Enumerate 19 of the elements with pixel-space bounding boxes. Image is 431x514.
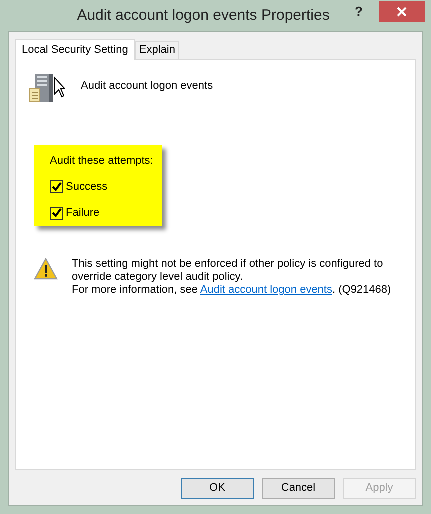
close-icon bbox=[397, 6, 407, 16]
warning-text: This setting might not be enforced if other policy is configured to override category level audit policy. bbox=[72, 258, 384, 284]
checkbox[interactable] bbox=[50, 206, 63, 220]
tab[interactable]: Local Security Setting bbox=[15, 39, 136, 60]
more-info-text: For more information, see Audit account logon events. (Q921468) bbox=[72, 284, 392, 297]
dialog-button[interactable]: OK bbox=[181, 478, 254, 499]
group-label: Audit these attempts: bbox=[50, 154, 154, 169]
close-button[interactable] bbox=[379, 1, 425, 22]
tab[interactable]: Explain bbox=[135, 41, 180, 59]
dialog-button[interactable]: Cancel bbox=[262, 478, 335, 499]
window-title: Audit account logon events Properties bbox=[77, 6, 330, 26]
warning-icon bbox=[34, 258, 58, 280]
checkbox-label: Success bbox=[66, 180, 108, 194]
server-icon bbox=[29, 72, 65, 104]
checkbox[interactable] bbox=[50, 180, 63, 194]
help-button[interactable]: ? bbox=[355, 2, 363, 22]
help-link[interactable]: Audit account logon events bbox=[200, 284, 332, 296]
checkbox-label: Failure bbox=[66, 206, 100, 221]
policy-name: Audit account logon events bbox=[81, 79, 214, 94]
